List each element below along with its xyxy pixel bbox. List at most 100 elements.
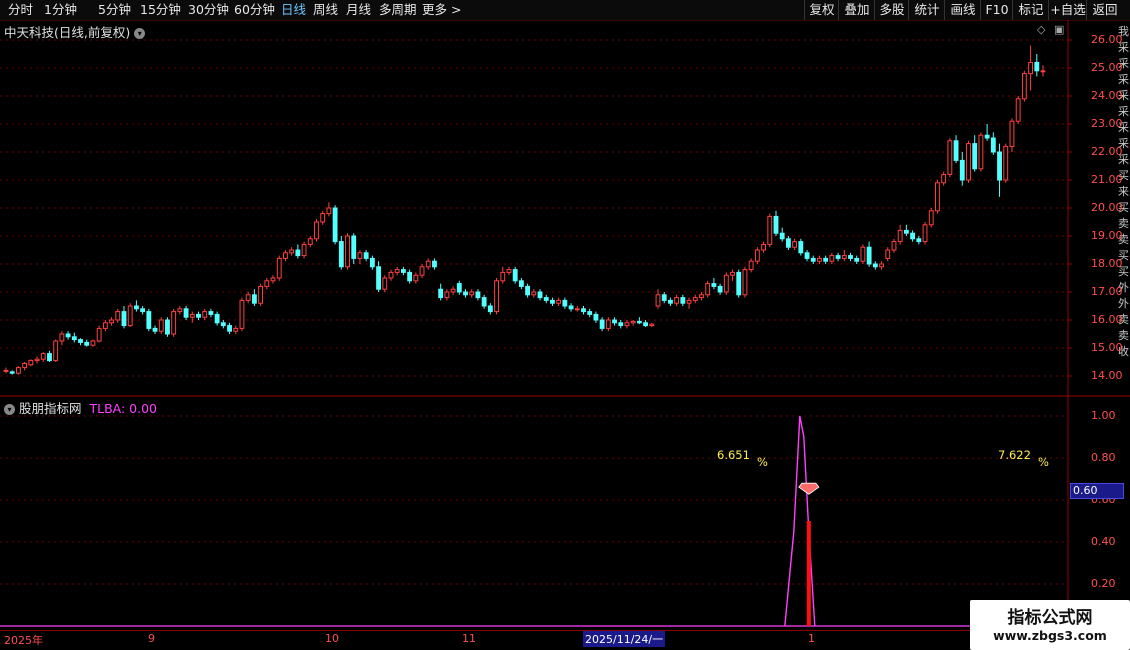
candle-body bbox=[196, 313, 201, 318]
candle-body bbox=[705, 283, 711, 296]
candle-body bbox=[848, 255, 853, 259]
candle-body bbox=[276, 257, 282, 279]
candle-body bbox=[891, 241, 897, 251]
candle-body bbox=[910, 232, 916, 240]
candle-body bbox=[922, 224, 928, 243]
candle-body bbox=[376, 266, 381, 290]
candle-body bbox=[1028, 61, 1034, 75]
candle-body bbox=[612, 319, 617, 324]
stats-button[interactable]: 统计 bbox=[908, 0, 945, 20]
candle-body bbox=[736, 271, 742, 296]
indicator-title: ▾ 股朋指标网 TLBA: 0.00 bbox=[4, 398, 157, 417]
candle-body bbox=[84, 341, 90, 346]
candle-body bbox=[518, 280, 524, 287]
candle-body bbox=[475, 291, 481, 299]
period-tab-weekly[interactable]: 周线 bbox=[313, 1, 338, 19]
period-tab-60min[interactable]: 60分钟 bbox=[234, 1, 275, 19]
period-tab-1min[interactable]: 1分钟 bbox=[44, 1, 77, 19]
candle-body bbox=[338, 241, 344, 268]
candle-body bbox=[854, 257, 860, 262]
candle-body bbox=[699, 294, 704, 299]
period-tab-more[interactable]: 更多 > bbox=[422, 1, 461, 19]
watermark-line1: 指标公式网 bbox=[1007, 608, 1093, 628]
x-cursor-label: 2025/11/24/一 bbox=[583, 631, 666, 647]
candle-body bbox=[363, 252, 369, 259]
x-label-jan: 1 bbox=[808, 632, 815, 645]
candle-body bbox=[9, 371, 15, 374]
period-tab-fenshi[interactable]: 分时 bbox=[8, 1, 33, 19]
y-tick-label: 22.00 bbox=[1091, 145, 1123, 158]
y-tick-label: 17.00 bbox=[1091, 285, 1123, 298]
candle-body bbox=[400, 269, 406, 273]
candle-body bbox=[668, 299, 673, 304]
candle-body bbox=[506, 269, 512, 273]
period-tab-15min[interactable]: 15分钟 bbox=[140, 1, 181, 19]
mark-button[interactable]: 标记 bbox=[1012, 0, 1049, 20]
candle-body bbox=[817, 257, 822, 262]
candle-body bbox=[90, 340, 96, 346]
candle-body bbox=[432, 260, 437, 268]
y-tick-label: 24.00 bbox=[1091, 89, 1123, 102]
candle-body bbox=[556, 299, 562, 304]
candle-body bbox=[916, 238, 922, 243]
x-label-oct: 10 bbox=[325, 632, 339, 645]
add-watchlist-button[interactable]: +自选 bbox=[1048, 0, 1087, 20]
overlay-button[interactable]: 叠加 bbox=[838, 0, 875, 20]
candle-body bbox=[972, 143, 978, 170]
candle-body bbox=[264, 280, 270, 287]
candle-body bbox=[779, 232, 785, 240]
candle-body bbox=[171, 311, 177, 335]
period-tab-30min[interactable]: 30分钟 bbox=[188, 1, 229, 19]
f10-button[interactable]: F10 bbox=[980, 0, 1013, 20]
candle-body bbox=[941, 173, 947, 184]
watermark-line2: www.zbgs3.com bbox=[993, 628, 1107, 643]
x-label-nov: 11 bbox=[462, 632, 476, 645]
candle-body bbox=[1021, 73, 1027, 100]
candle-body bbox=[152, 327, 158, 332]
candle-body bbox=[202, 311, 208, 318]
multi-stock-button[interactable]: 多股 bbox=[874, 0, 909, 20]
candle-body bbox=[146, 311, 152, 329]
period-tab-5min[interactable]: 5分钟 bbox=[98, 1, 131, 19]
candle-body bbox=[295, 249, 301, 257]
y-tick-label: 26.00 bbox=[1091, 33, 1123, 46]
candle-body bbox=[15, 367, 21, 374]
candle-body bbox=[270, 277, 276, 282]
candle-body bbox=[860, 246, 866, 262]
candle-body bbox=[692, 297, 698, 301]
candle-body bbox=[413, 274, 419, 282]
candle-body bbox=[96, 327, 102, 342]
candle-body bbox=[239, 299, 245, 329]
chevron-down-icon[interactable]: ▾ bbox=[4, 404, 15, 415]
candle-body bbox=[618, 322, 624, 327]
diamond-icon[interactable]: ◇ bbox=[1037, 23, 1045, 36]
indicator-y-tick-label: 0.20 bbox=[1091, 577, 1116, 590]
candle-body bbox=[680, 297, 686, 304]
fuquan-button[interactable]: 复权 bbox=[804, 0, 839, 20]
signal-pct-1: 6.651 bbox=[717, 448, 750, 462]
candle-body bbox=[835, 255, 841, 259]
signal-pct-2: 7.622 bbox=[998, 448, 1031, 462]
candle-body bbox=[487, 305, 493, 313]
y-tick-label: 25.00 bbox=[1091, 61, 1123, 74]
period-tab-daily[interactable]: 日线 bbox=[281, 1, 306, 19]
back-button[interactable]: 返回 bbox=[1086, 0, 1123, 20]
candle-body bbox=[1009, 120, 1015, 147]
candle-body bbox=[208, 311, 214, 315]
candle-body bbox=[320, 213, 326, 223]
x-axis bbox=[0, 630, 1070, 645]
period-tab-monthly[interactable]: 月线 bbox=[346, 1, 371, 19]
candle-body bbox=[357, 252, 363, 259]
candle-body bbox=[587, 311, 593, 315]
candle-body bbox=[686, 299, 692, 304]
candle-body bbox=[456, 283, 462, 293]
window-toggle-icon[interactable]: ▣ bbox=[1054, 23, 1064, 36]
chart-area[interactable] bbox=[0, 20, 1130, 650]
candle-body bbox=[885, 249, 891, 259]
period-tab-multi[interactable]: 多周期 bbox=[379, 1, 417, 19]
candle-body bbox=[34, 358, 40, 362]
chevron-down-icon[interactable]: ▾ bbox=[134, 28, 146, 39]
candle-body bbox=[407, 271, 413, 282]
candle-body bbox=[233, 327, 239, 332]
draw-line-button[interactable]: 画线 bbox=[944, 0, 981, 20]
